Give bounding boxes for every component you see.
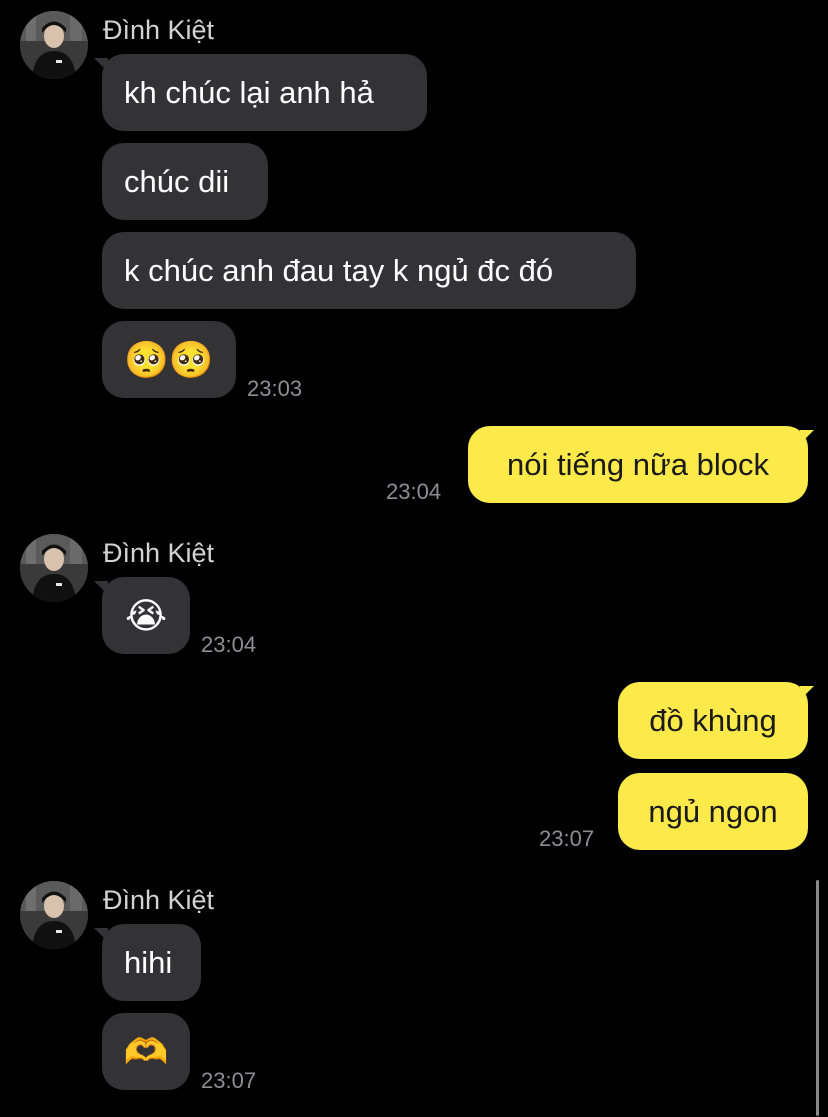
message-text: kh chúc lại anh hả (124, 74, 374, 110)
message-text: nói tiếng nữa block (506, 446, 770, 482)
message-bubble[interactable]: hihi (102, 924, 201, 1001)
avatar[interactable] (20, 881, 88, 949)
message-text: đồ khùng (649, 702, 777, 738)
emoji-bubble[interactable]: 🫶 (102, 1013, 190, 1090)
timestamp: 23:03 (247, 376, 303, 401)
sender-name: Đình Kiệt (103, 538, 215, 568)
timestamp: 23:04 (386, 479, 442, 504)
timestamp: 23:07 (201, 1068, 257, 1093)
sender-name: Đình Kiệt (103, 15, 215, 45)
sender-name: Đình Kiệt (103, 885, 215, 915)
message-text: ngủ ngon (648, 793, 778, 829)
message-text: hihi (124, 944, 173, 980)
avatar[interactable] (20, 534, 88, 602)
emoji-bubble[interactable]: 🥺🥺 (102, 321, 236, 398)
timestamp: 23:07 (539, 826, 595, 851)
scrollbar[interactable] (816, 880, 819, 1116)
profile-photo-icon (20, 881, 88, 949)
sent-message-bubble[interactable]: đồ khùng (618, 682, 808, 759)
message-bubble[interactable]: chúc dii (102, 143, 268, 220)
avatar[interactable] (20, 11, 88, 79)
message-bubble[interactable]: k chúc anh đau tay k ngủ đc đó (102, 232, 636, 309)
sent-message-bubble[interactable]: ngủ ngon (618, 773, 808, 850)
message-text: chúc dii (124, 163, 230, 199)
profile-photo-icon (20, 11, 88, 79)
message-bubble[interactable]: kh chúc lại anh hả (102, 54, 427, 131)
message-text: k chúc anh đau tay k ngủ đc đó (124, 252, 554, 288)
sent-message-bubble[interactable]: nói tiếng nữa block (468, 426, 808, 503)
emoji-bubble[interactable]: 😭 (102, 577, 190, 654)
heart-hands-icon: 🫶 (123, 1030, 169, 1072)
bubble-tail (800, 430, 814, 444)
crying-face-icon: 😭 (124, 594, 168, 636)
pleading-face-icon: 🥺🥺 (124, 338, 214, 380)
bubble-tail (800, 686, 814, 700)
profile-photo-icon (20, 534, 88, 602)
timestamp: 23:04 (201, 632, 257, 657)
